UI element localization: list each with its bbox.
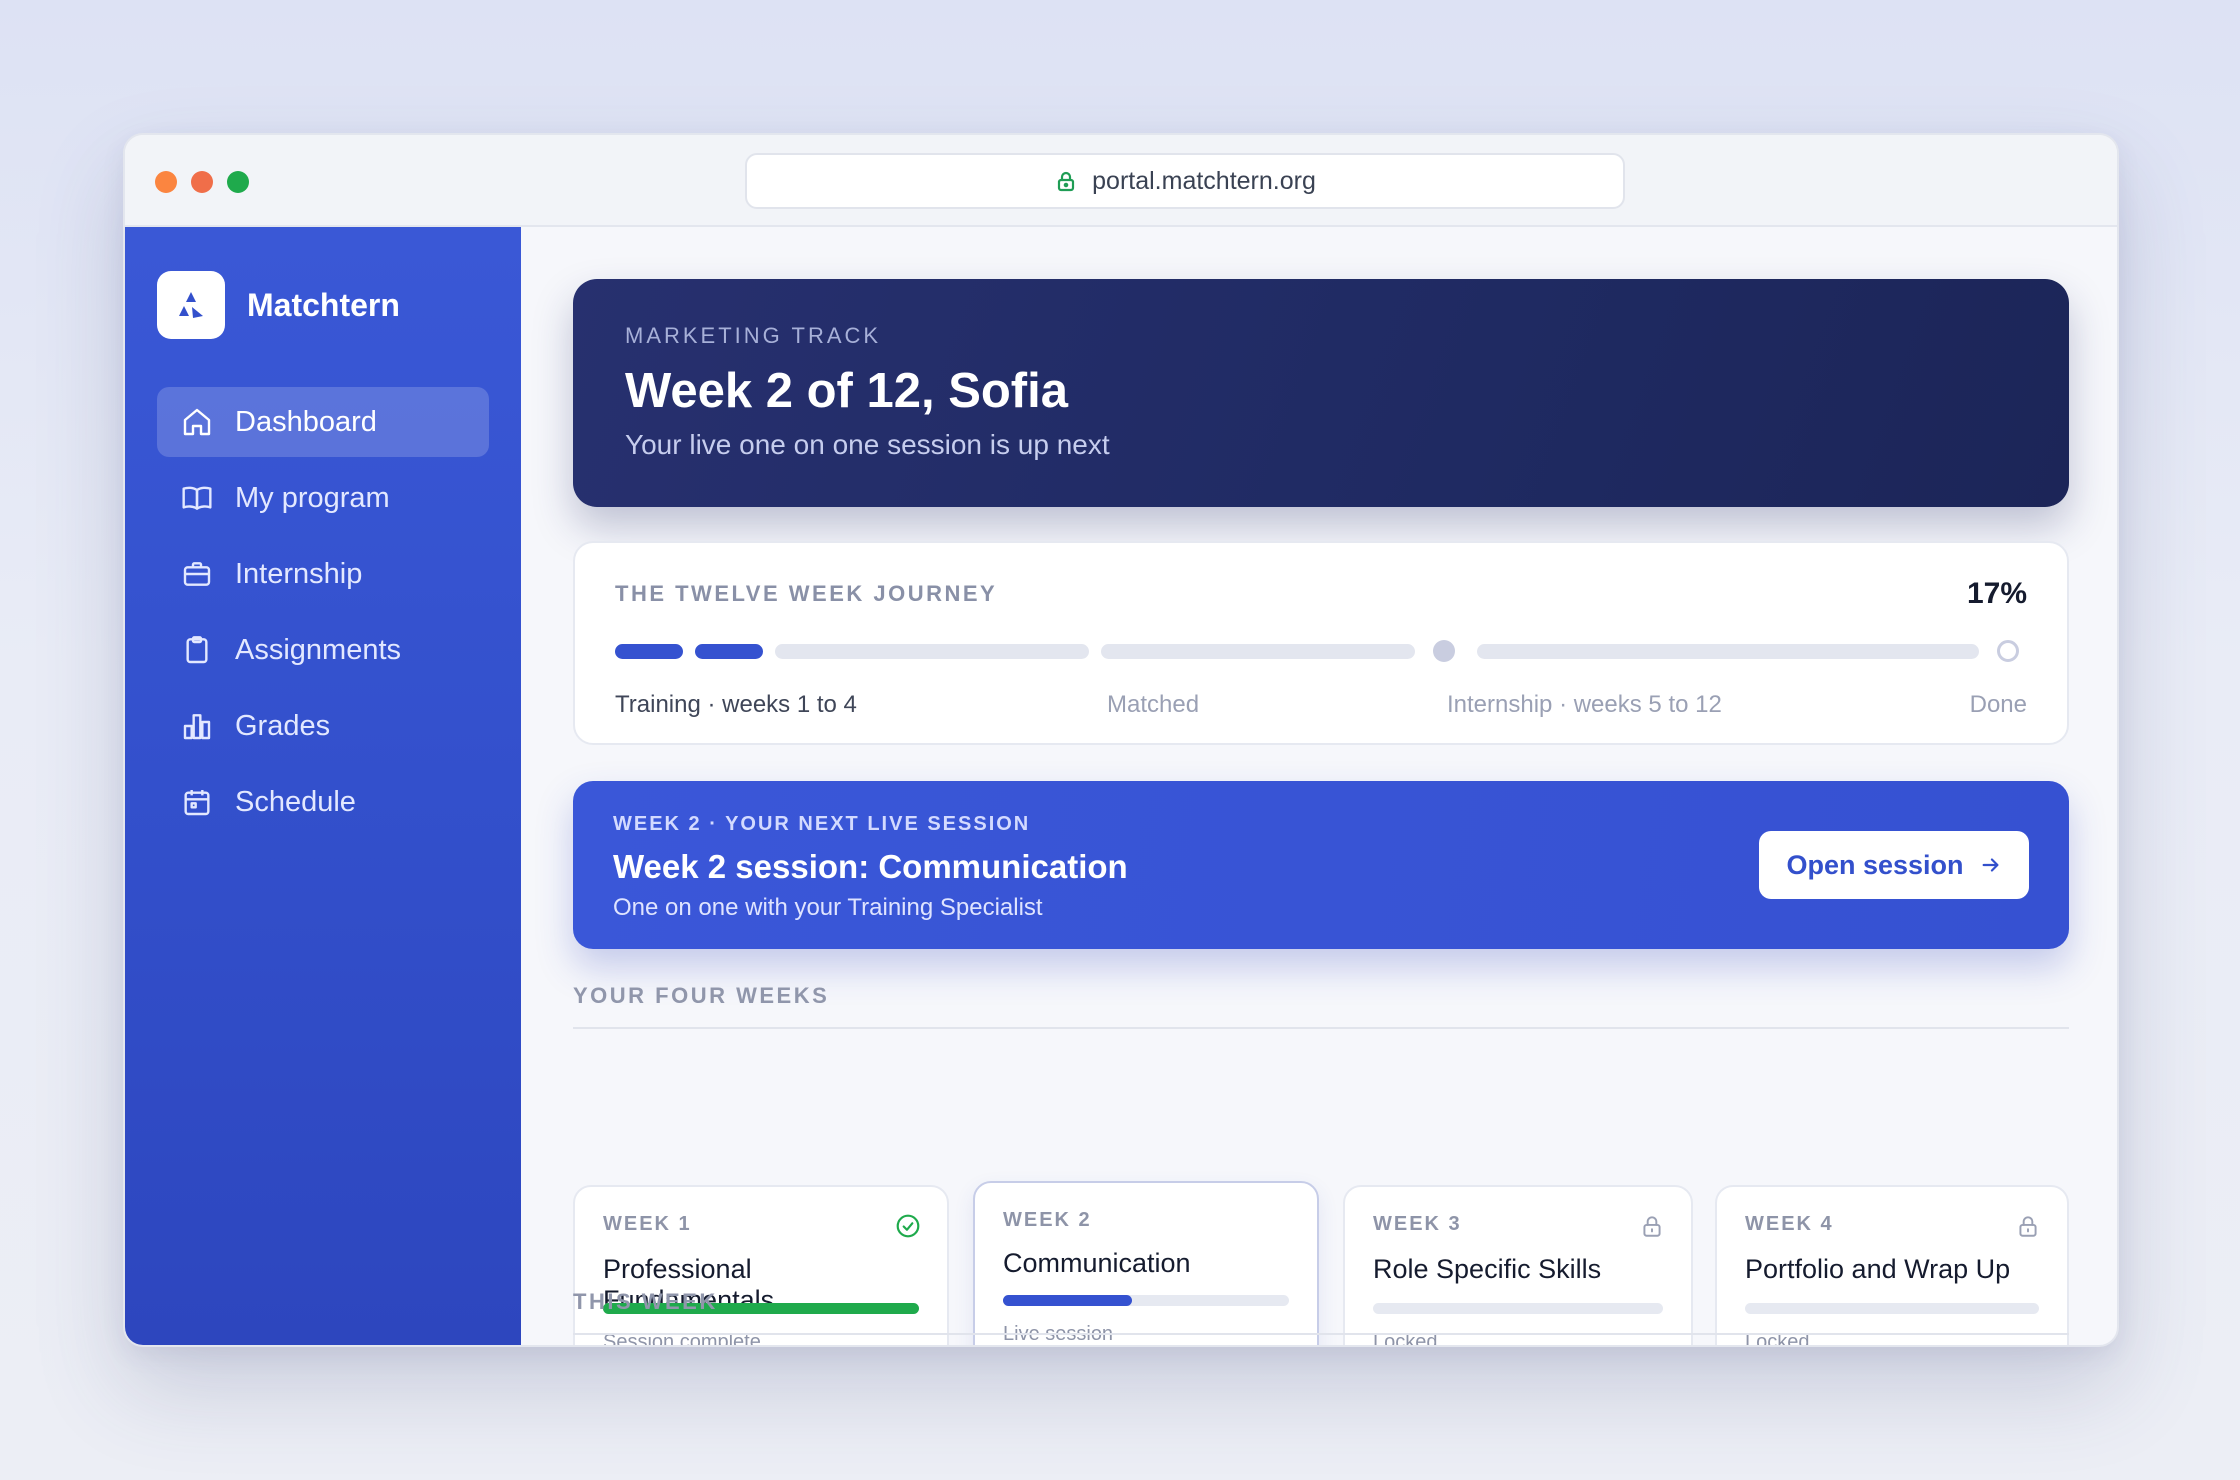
open-session-button[interactable]: Open session [1759, 831, 2029, 899]
lock-icon [1643, 1216, 1661, 1237]
browser-titlebar: portal.matchtern.org [125, 135, 2117, 227]
journey-card: THE TWELVE WEEK JOURNEY 17% Training · w… [573, 541, 2069, 745]
briefcase-icon [183, 562, 211, 586]
brand-name: Matchtern [247, 286, 400, 323]
clipboard-icon [186, 636, 208, 664]
matched-milestone-dot [1433, 640, 1455, 662]
sidebar-item-schedule[interactable]: Schedule [157, 767, 489, 837]
sidebar-item-label: My program [235, 481, 390, 514]
sidebar-item-label: Dashboard [235, 405, 377, 438]
page-title: Week 2 of 12, Sofia [625, 364, 1068, 418]
sidebar-item-dashboard[interactable]: Dashboard [157, 387, 489, 457]
check-circle-icon [896, 1214, 920, 1238]
journey-percent: 17% [1966, 577, 2027, 610]
four-weeks-heading: YOUR FOUR WEEKS [573, 983, 2069, 1029]
address-bar[interactable]: portal.matchtern.org [745, 153, 1625, 209]
calendar-icon [184, 790, 210, 816]
close-window-button[interactable] [155, 171, 177, 193]
matchtern-logo-icon [179, 292, 203, 318]
next-session-card: WEEK 2 · YOUR NEXT LIVE SESSION Week 2 s… [573, 781, 2069, 949]
week-number: WEEK 4 [1745, 1213, 1834, 1235]
sidebar-item-label: Schedule [235, 785, 356, 818]
sidebar-item-internship[interactable]: Internship [157, 539, 489, 609]
book-icon [182, 486, 212, 510]
bar-chart-icon [183, 714, 211, 740]
journey-label-done: Done [1969, 691, 2027, 718]
journey-label-training: Training · weeks 1 to 4 [615, 691, 857, 718]
sidebar-nav: Dashboard My program Internship Assignme… [157, 387, 489, 843]
journey-segment-training-rest [775, 644, 1089, 659]
main-content: MARKETING TRACK Week 2 of 12, Sofia Your… [521, 227, 2117, 1345]
week-number: WEEK 1 [603, 1213, 692, 1235]
journey-segment-matching [1101, 644, 1415, 659]
week-title: Role Specific Skills [1373, 1254, 1602, 1284]
week-title: Portfolio and Wrap Up [1745, 1254, 2011, 1284]
sidebar-item-my-program[interactable]: My program [157, 463, 489, 533]
sidebar-item-grades[interactable]: Grades [157, 691, 489, 761]
journey-segment-week-1 [615, 644, 683, 659]
brand[interactable]: Matchtern [157, 271, 400, 339]
journey-segment-week-2 [695, 644, 763, 659]
open-session-label: Open session [1786, 849, 1964, 880]
journey-label-internship: Internship · weeks 5 to 12 [1447, 691, 1722, 718]
journey-segment-internship [1477, 644, 1979, 659]
arrow-right-icon [1982, 858, 1999, 872]
sidebar-item-label: Internship [235, 557, 363, 590]
welcome-subtitle: Your live one on one session is up next [625, 429, 1110, 460]
sidebar-item-label: Assignments [235, 633, 402, 666]
week-number: WEEK 2 [1003, 1209, 1092, 1231]
this-week-heading: THIS WEEK [573, 1289, 2069, 1335]
welcome-banner: MARKETING TRACK Week 2 of 12, Sofia Your… [573, 279, 2069, 507]
sidebar-item-label: Grades [235, 709, 331, 742]
address-url: portal.matchtern.org [1092, 166, 1316, 195]
done-milestone-dot [1997, 640, 2019, 662]
week-title: Communication [1003, 1248, 1191, 1278]
lock-icon [2019, 1216, 2037, 1237]
browser-window: portal.matchtern.org Matchtern Dashboard… [123, 133, 2119, 1347]
minimize-window-button[interactable] [191, 171, 213, 193]
journey-label-matched: Matched [1107, 691, 1200, 718]
journey-title: THE TWELVE WEEK JOURNEY [615, 581, 998, 606]
week-number: WEEK 3 [1373, 1213, 1462, 1235]
sidebar: Matchtern Dashboard My program Internshi… [125, 227, 521, 1345]
track-label: MARKETING TRACK [625, 323, 882, 348]
home-icon [183, 408, 211, 436]
maximize-window-button[interactable] [227, 171, 249, 193]
sidebar-item-assignments[interactable]: Assignments [157, 615, 489, 685]
brand-logo [157, 271, 225, 339]
lock-icon [1058, 171, 1075, 192]
